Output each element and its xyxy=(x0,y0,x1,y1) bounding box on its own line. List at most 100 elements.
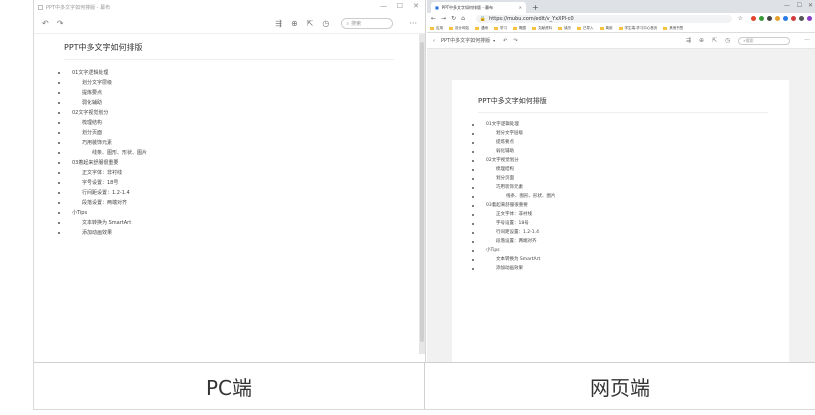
outline-item[interactable]: 03着起来舒服很重要 xyxy=(472,201,789,210)
export-icon[interactable]: ⇱ xyxy=(307,19,314,28)
extension-icon[interactable] xyxy=(751,16,756,21)
export-icon[interactable]: ⇱ xyxy=(712,37,717,44)
outline-item[interactable]: 梳理结构 xyxy=(472,165,789,174)
pc-search-input[interactable]: ⌕ 搜索 xyxy=(341,18,394,29)
outline-item[interactable]: 线条、图形、形状、图片 xyxy=(58,148,425,158)
bookmark-item[interactable]: 文献资料 xyxy=(532,26,552,31)
close-icon[interactable]: ✕ xyxy=(808,2,813,9)
extension-icon[interactable] xyxy=(767,16,772,21)
tab-close-icon[interactable]: ✕ xyxy=(519,5,522,10)
outline-item[interactable]: 划分文字层级 xyxy=(58,78,425,88)
back-icon[interactable]: ← xyxy=(431,15,436,22)
outline-item[interactable]: 巧用装饰元素 xyxy=(472,183,789,192)
bookmark-item[interactable]: 萬用 xyxy=(599,26,613,31)
web-app-title[interactable]: PPT中多文字如何排版 xyxy=(441,37,490,44)
extension-icon[interactable] xyxy=(791,16,796,21)
outline-item[interactable]: 正文字体：非衬线 xyxy=(58,168,425,178)
bookmark-label: 设计网站 xyxy=(455,25,469,30)
redo-icon[interactable]: ↷ xyxy=(513,38,517,44)
outline-item[interactable]: 字号设置：18号 xyxy=(58,178,425,188)
bookmark-item[interactable]: 已导入 xyxy=(577,26,594,31)
share-icon[interactable]: ⊕ xyxy=(699,37,704,44)
outline-item[interactable]: 文本转换为 SmartArt xyxy=(472,255,789,264)
bookmark-label: 读历 xyxy=(564,25,571,30)
folder-icon xyxy=(494,26,498,30)
bookmark-label: 文献资料 xyxy=(538,25,552,30)
folder-icon xyxy=(449,26,453,30)
bookmark-item[interactable]: 其他书签 xyxy=(663,26,683,31)
new-tab-icon[interactable]: + xyxy=(532,3,539,12)
bookmark-star-icon[interactable]: ☆ xyxy=(738,15,743,22)
bookmark-item[interactable]: 概图 xyxy=(513,26,526,31)
outline-item[interactable]: 行间距设置：1.2-1.4 xyxy=(472,228,789,237)
mindmap-icon[interactable]: ⇶ xyxy=(275,19,282,28)
outline-item[interactable]: 划分页面 xyxy=(58,128,425,138)
outline-item[interactable]: 03着起来舒服很重要 xyxy=(58,158,425,168)
outline-item[interactable]: 添加动画效果 xyxy=(58,228,425,238)
back-icon[interactable]: ‹ xyxy=(433,38,435,44)
bookmark-item[interactable]: 学生端-学习中心首页 xyxy=(618,26,657,31)
maximize-icon[interactable]: ☐ xyxy=(397,2,403,10)
url-field[interactable]: 🔒 https://mubu.com/edit/v_YxXPl-c0 xyxy=(475,14,732,23)
undo-icon[interactable]: ↶ xyxy=(503,38,507,44)
bookmark-item[interactable]: 应用 xyxy=(430,26,443,31)
bookmark-item[interactable]: 遇雨 xyxy=(475,26,488,31)
undo-icon[interactable]: ↶ xyxy=(42,19,49,28)
close-icon[interactable]: ✕ xyxy=(413,2,419,10)
outline-item[interactable]: 01文字逻辑处理 xyxy=(58,68,425,78)
pc-scrollbar[interactable] xyxy=(419,34,425,354)
extension-icon[interactable] xyxy=(775,16,780,21)
redo-icon[interactable]: ↷ xyxy=(57,19,64,28)
outline-item[interactable]: 02文字视觉划分 xyxy=(58,108,425,118)
outline-item[interactable]: 划分文字层级 xyxy=(472,129,789,138)
pc-scrollbar-thumb[interactable] xyxy=(420,42,424,342)
extension-icon[interactable] xyxy=(759,16,764,21)
outline-item[interactable]: 巧用装饰元素 xyxy=(58,138,425,148)
reload-icon[interactable]: ↻ xyxy=(451,15,456,22)
outline-item[interactable]: 添加动画效果 xyxy=(472,264,789,273)
pc-title-bar: PPT中多文字如何排版 - 幕布 — ☐ ✕ xyxy=(34,0,425,14)
outline-item[interactable]: 小Tips xyxy=(472,246,789,255)
chevron-down-icon[interactable]: ▾ xyxy=(493,38,495,43)
share-icon[interactable]: ⊕ xyxy=(291,19,298,28)
outline-item[interactable]: 段落设置：两端对齐 xyxy=(58,198,425,208)
more-menu-button[interactable]: ··· xyxy=(804,37,810,44)
more-menu-button[interactable]: ··· xyxy=(409,19,417,28)
history-icon[interactable]: ◷ xyxy=(725,37,730,44)
outline-item[interactable]: 正文字体：非衬线 xyxy=(472,210,789,219)
history-icon[interactable]: ◷ xyxy=(322,19,329,28)
home-icon[interactable]: ⌂ xyxy=(461,15,465,22)
extension-icon[interactable] xyxy=(807,16,812,21)
outline-item[interactable]: 小Tips xyxy=(58,208,425,218)
outline-item[interactable]: 提炼要点 xyxy=(472,138,789,147)
bookmark-item[interactable]: 学习 xyxy=(494,26,507,31)
minimize-icon[interactable]: — xyxy=(784,2,790,9)
pc-caption: PC端 xyxy=(34,363,425,409)
browser-tab[interactable]: ■ PPT中多文字如何排版 - 幕布 ✕ xyxy=(431,2,526,13)
outline-item[interactable]: 提炼要点 xyxy=(58,88,425,98)
extension-icon[interactable] xyxy=(783,16,788,21)
minimize-icon[interactable]: — xyxy=(380,2,387,10)
outline-item[interactable]: 弱化辅助 xyxy=(58,98,425,108)
extension-icon[interactable] xyxy=(799,16,804,21)
pc-document: PPT中多文字如何排版 01文字逻辑处理 划分文字层级 提炼要点 弱化辅助 02文字视觉… xyxy=(34,34,425,238)
bookmark-item[interactable]: 读历 xyxy=(558,26,571,31)
outline-item[interactable]: 划分页面 xyxy=(472,174,789,183)
web-document-title[interactable]: PPT中多文字如何排版 xyxy=(478,96,768,113)
maximize-icon[interactable]: ☐ xyxy=(797,2,802,9)
mindmap-icon[interactable]: ⇶ xyxy=(686,37,691,44)
outline-item[interactable]: 线条、图形、形状、图片 xyxy=(472,192,789,201)
outline-item[interactable]: 字号设置：18号 xyxy=(472,219,789,228)
outline-item[interactable]: 文本转换为 SmartArt xyxy=(58,218,425,228)
outline-item[interactable]: 段落设置：两端对齐 xyxy=(472,237,789,246)
outline-item[interactable]: 01文字逻辑处理 xyxy=(472,120,789,129)
pc-document-title[interactable]: PPT中多文字如何排版 xyxy=(64,42,394,60)
outline-item[interactable]: 梳理结构 xyxy=(58,118,425,128)
outline-item[interactable]: 弱化辅助 xyxy=(472,147,789,156)
folder-icon xyxy=(663,26,668,30)
bookmark-item[interactable]: 设计网站 xyxy=(449,26,469,31)
web-search-input[interactable]: ⌕ 搜索 xyxy=(738,36,791,45)
outline-item[interactable]: 02文字视觉划分 xyxy=(472,156,789,165)
forward-icon[interactable]: → xyxy=(441,15,446,22)
outline-item[interactable]: 行间距设置：1.2-1.4 xyxy=(58,188,425,198)
